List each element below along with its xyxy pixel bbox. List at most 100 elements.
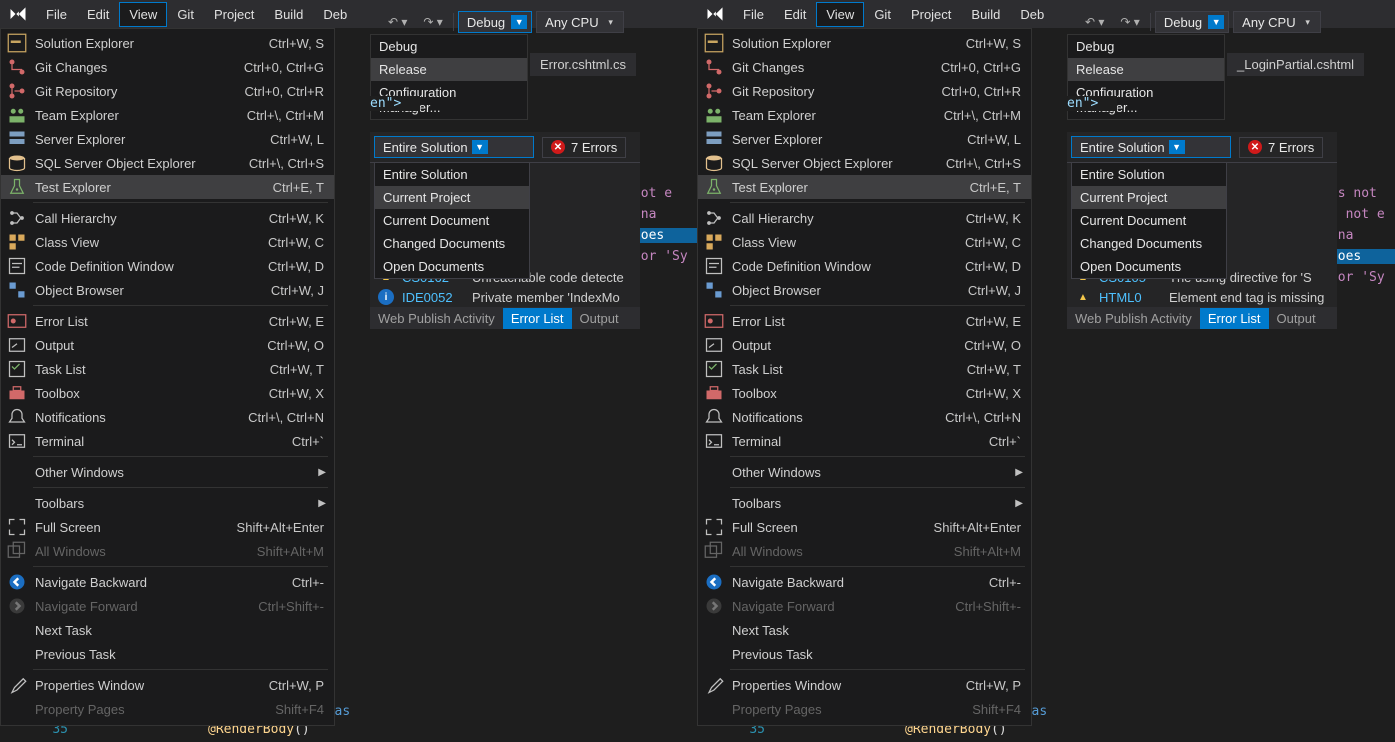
bottom-tab-web-publish-activity[interactable]: Web Publish Activity xyxy=(370,308,503,329)
menubar-edit[interactable]: Edit xyxy=(774,2,816,27)
scope-option-changed-documents[interactable]: Changed Documents xyxy=(375,232,529,255)
menu-item-test-explorer[interactable]: Test ExplorerCtrl+E, T xyxy=(698,175,1031,199)
error-row[interactable]: ▲HTML0Element end tag is missing xyxy=(1067,287,1337,307)
menu-item-output[interactable]: OutputCtrl+W, O xyxy=(698,333,1031,357)
config-option-release[interactable]: Release xyxy=(1068,58,1224,81)
undo-button[interactable]: ↶ ▾ xyxy=(1079,11,1110,33)
bottom-tab-error-list[interactable]: Error List xyxy=(503,308,572,329)
menu-item-git-repository[interactable]: Git RepositoryCtrl+0, Ctrl+R xyxy=(698,79,1031,103)
menu-item-code-definition-window[interactable]: Code Definition WindowCtrl+W, D xyxy=(698,254,1031,278)
menu-item-toolbars[interactable]: Toolbars▶ xyxy=(1,491,334,515)
config-combo[interactable]: Debug▼ xyxy=(458,11,532,33)
menubar-file[interactable]: File xyxy=(36,2,77,27)
menu-item-call-hierarchy[interactable]: Call HierarchyCtrl+W, K xyxy=(698,206,1031,230)
menu-item-next-task[interactable]: Next Task xyxy=(1,618,334,642)
menu-item-error-list[interactable]: Error ListCtrl+W, E xyxy=(698,309,1031,333)
errors-count-badge[interactable]: ✕7 Errors xyxy=(542,137,626,158)
config-option-debug[interactable]: Debug xyxy=(1068,35,1224,58)
scope-option-current-project[interactable]: Current Project xyxy=(1072,186,1226,209)
menubar-git[interactable]: Git xyxy=(864,2,901,27)
menu-item-terminal[interactable]: TerminalCtrl+` xyxy=(698,429,1031,453)
bottom-tab-web-publish-activity[interactable]: Web Publish Activity xyxy=(1067,308,1200,329)
menu-item-full-screen[interactable]: Full ScreenShift+Alt+Enter xyxy=(698,515,1031,539)
editor-tab[interactable]: _LoginPartial.cshtml xyxy=(1227,52,1364,76)
menu-item-object-browser[interactable]: Object BrowserCtrl+W, J xyxy=(698,278,1031,302)
redo-button[interactable]: ↷ ▾ xyxy=(1114,11,1145,33)
menubar-deb[interactable]: Deb xyxy=(1010,2,1054,27)
menu-item-output[interactable]: OutputCtrl+W, O xyxy=(1,333,334,357)
menu-item-sql-server-object-explorer[interactable]: SQL Server Object ExplorerCtrl+\, Ctrl+S xyxy=(1,151,334,175)
menu-item-previous-task[interactable]: Previous Task xyxy=(1,642,334,666)
config-option-debug[interactable]: Debug xyxy=(371,35,527,58)
menu-item-toolbars[interactable]: Toolbars▶ xyxy=(698,491,1031,515)
scope-option-current-project[interactable]: Current Project xyxy=(375,186,529,209)
scope-option-open-documents[interactable]: Open Documents xyxy=(375,255,529,278)
menu-item-previous-task[interactable]: Previous Task xyxy=(698,642,1031,666)
error-row[interactable]: iIDE0052Private member 'IndexMo xyxy=(370,287,640,307)
bottom-tab-output[interactable]: Output xyxy=(1269,308,1324,329)
platform-combo[interactable]: Any CPU▾ xyxy=(1233,11,1320,33)
bottom-tab-error-list[interactable]: Error List xyxy=(1200,308,1269,329)
config-combo[interactable]: Debug▼ xyxy=(1155,11,1229,33)
scope-option-current-document[interactable]: Current Document xyxy=(375,209,529,232)
menu-item-solution-explorer[interactable]: Solution ExplorerCtrl+W, S xyxy=(698,31,1031,55)
bottom-tab-output[interactable]: Output xyxy=(572,308,627,329)
menubar-project[interactable]: Project xyxy=(901,2,961,27)
menu-item-properties-window[interactable]: Properties WindowCtrl+W, P xyxy=(1,673,334,697)
menu-item-solution-explorer[interactable]: Solution ExplorerCtrl+W, S xyxy=(1,31,334,55)
menu-item-task-list[interactable]: Task ListCtrl+W, T xyxy=(1,357,334,381)
scope-combo[interactable]: Entire Solution▼ xyxy=(1071,136,1231,158)
menu-item-team-explorer[interactable]: Team ExplorerCtrl+\, Ctrl+M xyxy=(1,103,334,127)
menu-item-test-explorer[interactable]: Test ExplorerCtrl+E, T xyxy=(1,175,334,199)
menu-item-git-repository[interactable]: Git RepositoryCtrl+0, Ctrl+R xyxy=(1,79,334,103)
menu-item-other-windows[interactable]: Other Windows▶ xyxy=(1,460,334,484)
menu-item-terminal[interactable]: TerminalCtrl+` xyxy=(1,429,334,453)
scope-option-changed-documents[interactable]: Changed Documents xyxy=(1072,232,1226,255)
menu-item-toolbox[interactable]: ToolboxCtrl+W, X xyxy=(1,381,334,405)
menubar-build[interactable]: Build xyxy=(961,2,1010,27)
menubar-build[interactable]: Build xyxy=(264,2,313,27)
undo-button[interactable]: ↶ ▾ xyxy=(382,11,413,33)
menu-item-object-browser[interactable]: Object BrowserCtrl+W, J xyxy=(1,278,334,302)
menu-item-code-definition-window[interactable]: Code Definition WindowCtrl+W, D xyxy=(1,254,334,278)
menu-item-sql-server-object-explorer[interactable]: SQL Server Object ExplorerCtrl+\, Ctrl+S xyxy=(698,151,1031,175)
notifications-icon xyxy=(704,409,724,425)
menu-item-server-explorer[interactable]: Server ExplorerCtrl+W, L xyxy=(698,127,1031,151)
scope-combo[interactable]: Entire Solution▼ xyxy=(374,136,534,158)
menu-item-git-changes[interactable]: Git ChangesCtrl+0, Ctrl+G xyxy=(1,55,334,79)
menubar-git[interactable]: Git xyxy=(167,2,204,27)
menu-item-other-windows[interactable]: Other Windows▶ xyxy=(698,460,1031,484)
menu-item-error-list[interactable]: Error ListCtrl+W, E xyxy=(1,309,334,333)
menubar-file[interactable]: File xyxy=(733,2,774,27)
menu-item-properties-window[interactable]: Properties WindowCtrl+W, P xyxy=(698,673,1031,697)
menu-item-navigate-backward[interactable]: Navigate BackwardCtrl+- xyxy=(698,570,1031,594)
menubar-view[interactable]: View xyxy=(816,2,864,27)
menu-item-toolbox[interactable]: ToolboxCtrl+W, X xyxy=(698,381,1031,405)
error-list-panel: Entire Solution▼ ✕7 Errors Entire Solution… xyxy=(1067,132,1337,329)
redo-button[interactable]: ↷ ▾ xyxy=(417,11,448,33)
menu-item-notifications[interactable]: NotificationsCtrl+\, Ctrl+N xyxy=(1,405,334,429)
menu-item-next-task[interactable]: Next Task xyxy=(698,618,1031,642)
editor-tab[interactable]: Error.cshtml.cs xyxy=(530,52,636,76)
menu-item-call-hierarchy[interactable]: Call HierarchyCtrl+W, K xyxy=(1,206,334,230)
menu-item-team-explorer[interactable]: Team ExplorerCtrl+\, Ctrl+M xyxy=(698,103,1031,127)
menu-item-task-list[interactable]: Task ListCtrl+W, T xyxy=(698,357,1031,381)
menu-item-notifications[interactable]: NotificationsCtrl+\, Ctrl+N xyxy=(698,405,1031,429)
menubar-project[interactable]: Project xyxy=(204,2,264,27)
menu-item-class-view[interactable]: Class ViewCtrl+W, C xyxy=(1,230,334,254)
menubar-edit[interactable]: Edit xyxy=(77,2,119,27)
config-option-release[interactable]: Release xyxy=(371,58,527,81)
scope-option-entire-solution[interactable]: Entire Solution xyxy=(1072,163,1226,186)
menubar-deb[interactable]: Deb xyxy=(313,2,357,27)
menu-item-server-explorer[interactable]: Server ExplorerCtrl+W, L xyxy=(1,127,334,151)
scope-option-entire-solution[interactable]: Entire Solution xyxy=(375,163,529,186)
scope-option-open-documents[interactable]: Open Documents xyxy=(1072,255,1226,278)
platform-combo[interactable]: Any CPU▾ xyxy=(536,11,623,33)
errors-count-badge[interactable]: ✕7 Errors xyxy=(1239,137,1323,158)
menu-item-class-view[interactable]: Class ViewCtrl+W, C xyxy=(698,230,1031,254)
menu-item-full-screen[interactable]: Full ScreenShift+Alt+Enter xyxy=(1,515,334,539)
scope-option-current-document[interactable]: Current Document xyxy=(1072,209,1226,232)
menu-item-navigate-backward[interactable]: Navigate BackwardCtrl+- xyxy=(1,570,334,594)
menubar-view[interactable]: View xyxy=(119,2,167,27)
menu-item-git-changes[interactable]: Git ChangesCtrl+0, Ctrl+G xyxy=(698,55,1031,79)
